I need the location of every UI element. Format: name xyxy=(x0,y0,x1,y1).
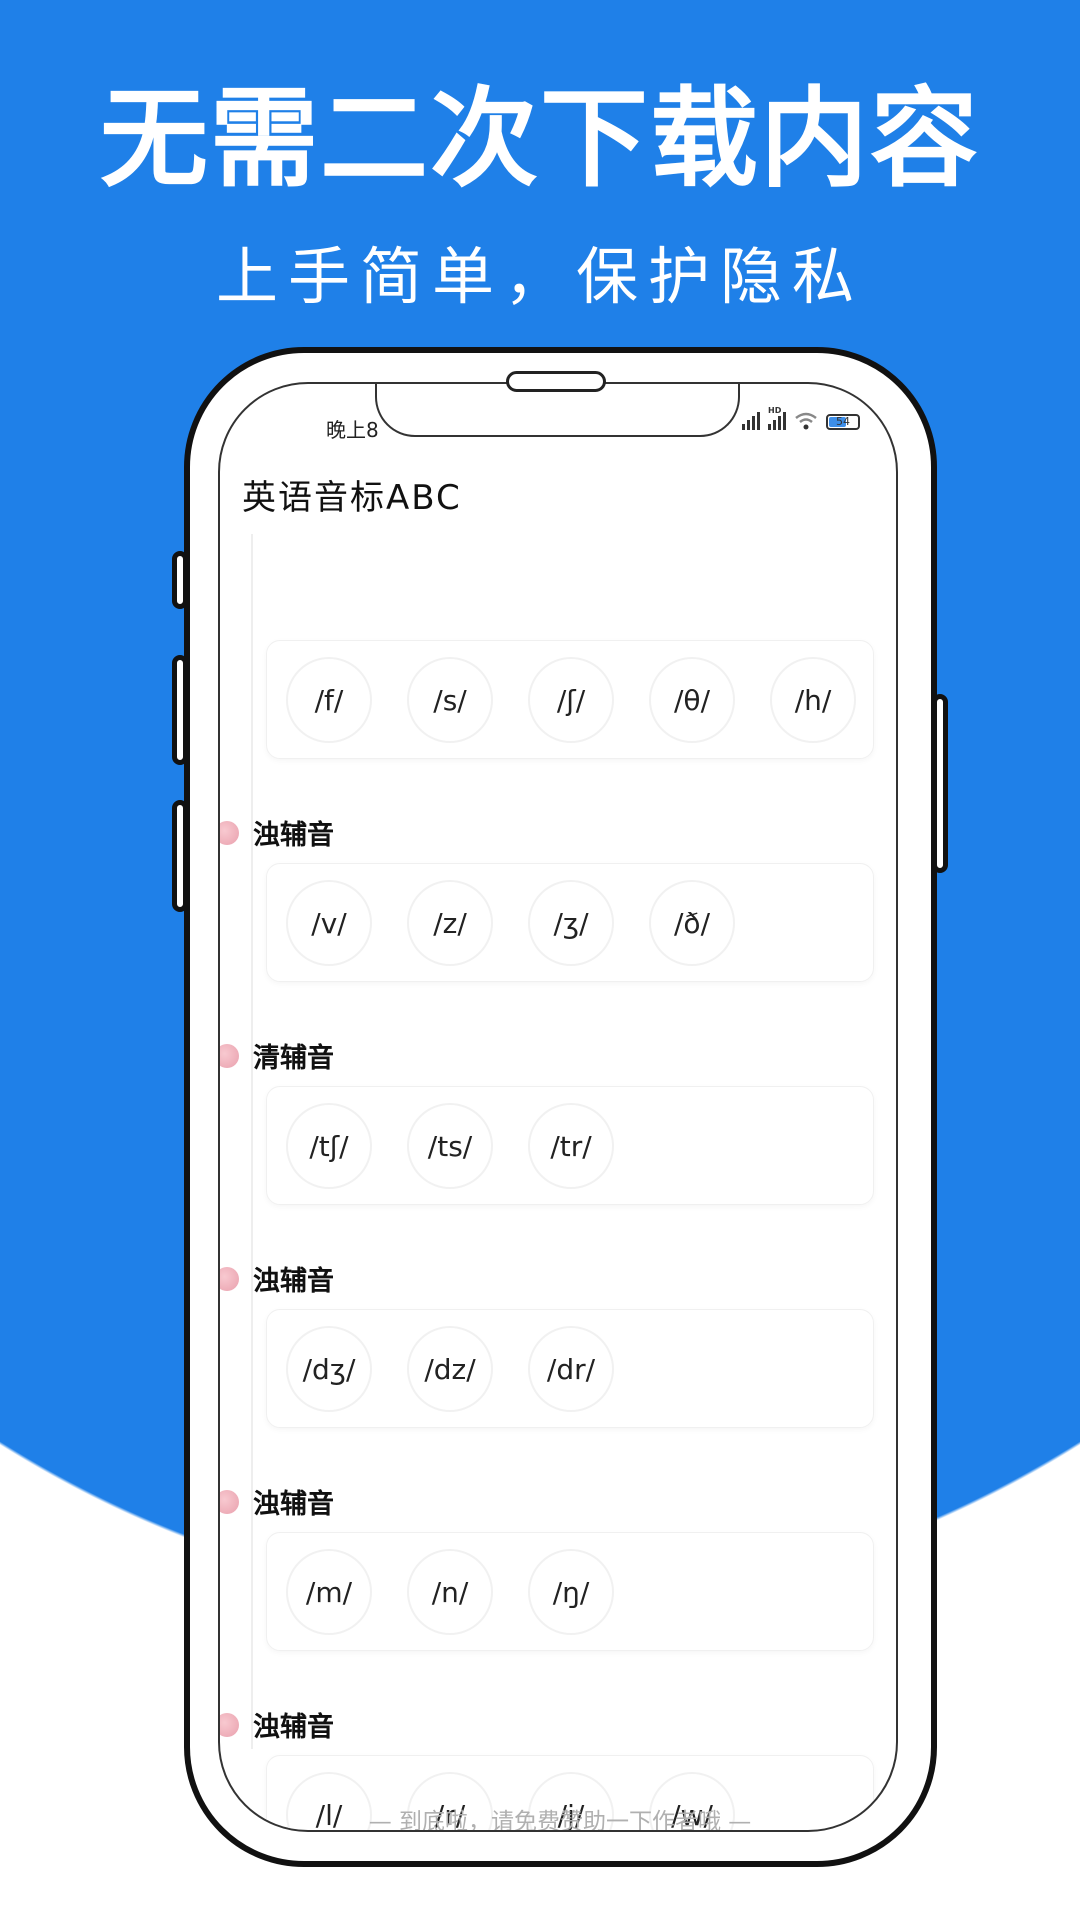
status-time: 晚上8 xyxy=(326,418,379,442)
phonetic-symbol-button[interactable]: /ð/ xyxy=(649,880,735,966)
section-title: 浊辅音 xyxy=(253,1266,334,1297)
phonetic-symbol-button[interactable]: /z/ xyxy=(407,880,493,966)
phone-speaker xyxy=(506,371,606,392)
phonetic-list[interactable]: /f/ /s/ /ʃ/ /θ/ /h/浊辅音/v/ /z/ /ʒ/ /ð/清辅音/tʃ/ /ts… xyxy=(220,534,896,1830)
phonetic-symbol-button[interactable]: /s/ xyxy=(407,657,493,743)
phonetic-card: /tʃ/ /ts/ /tr/ xyxy=(266,1086,874,1205)
timeline-dot xyxy=(220,1489,239,1514)
phonetic-symbol-button[interactable]: /ts/ xyxy=(407,1103,493,1189)
section-header: 浊辅音 xyxy=(220,1705,334,1744)
phonetic-symbol-button[interactable]: /dr/ xyxy=(528,1326,614,1412)
phonetic-symbol-button[interactable]: /tr/ xyxy=(528,1103,614,1189)
phonetic-symbol-button[interactable]: /θ/ xyxy=(649,657,735,743)
timeline-dot xyxy=(220,1043,239,1068)
section-title: 浊辅音 xyxy=(253,1712,334,1743)
phonetic-symbol-button[interactable]: /ʃ/ xyxy=(528,657,614,743)
timeline-dot xyxy=(220,1712,239,1737)
phonetic-symbol-button[interactable]: /ŋ/ xyxy=(528,1549,614,1635)
phonetic-symbol-button[interactable]: /ʒ/ xyxy=(528,880,614,966)
phonetic-symbol-button[interactable]: /tʃ/ xyxy=(286,1103,372,1189)
signal-icon xyxy=(742,412,760,430)
section-header: 浊辅音 xyxy=(220,1482,334,1521)
phonetic-card: /dʒ/ /dz/ /dr/ xyxy=(266,1309,874,1428)
phonetic-symbol-button[interactable]: /m/ xyxy=(286,1549,372,1635)
status-icons: HD 54 xyxy=(742,406,860,430)
section-header: 浊辅音 xyxy=(220,1259,334,1298)
app-title: 英语音标ABC xyxy=(242,478,462,518)
end-of-list-text: — 到底啦，请免费赞助一下作者哦 — xyxy=(368,1809,752,1832)
hd-label: HD xyxy=(768,406,782,415)
phonetic-card: /m/ /n/ /ŋ/ xyxy=(266,1532,874,1651)
battery-level: 54 xyxy=(836,415,850,428)
phonetic-card: /v/ /z/ /ʒ/ /ð/ xyxy=(266,863,874,982)
phonetic-card: /f/ /s/ /ʃ/ /θ/ /h/ xyxy=(266,640,874,759)
phonetic-symbol-button[interactable]: /v/ xyxy=(286,880,372,966)
section-header: 清辅音 xyxy=(220,1036,334,1075)
section-header: 浊辅音 xyxy=(220,813,334,852)
timeline-dot xyxy=(220,820,239,845)
timeline-line xyxy=(251,534,253,1749)
phonetic-symbol-button[interactable]: /n/ xyxy=(407,1549,493,1635)
banner-title: 无需二次下载内容 xyxy=(99,77,980,202)
hd-signal-icon: HD xyxy=(768,406,786,430)
phonetic-symbol-button[interactable]: /f/ xyxy=(286,657,372,743)
phone-screen: 晚上8 HD 54 英语音标ABC /f//s//ʃ//θ//h/浊辅音/v//… xyxy=(218,382,898,1832)
section-title: 清辅音 xyxy=(253,1043,334,1074)
phonetic-symbol-button[interactable]: /dʒ/ xyxy=(286,1326,372,1412)
section-title: 浊辅音 xyxy=(253,820,334,851)
section-title: 浊辅音 xyxy=(253,1489,334,1520)
timeline-dot xyxy=(220,1266,239,1291)
phonetic-symbol-button[interactable]: /h/ xyxy=(770,657,856,743)
wifi-icon xyxy=(795,412,817,430)
banner-subtitle: 上手简单，保护隐私 xyxy=(215,240,864,313)
phonetic-symbol-button[interactable]: /dz/ xyxy=(407,1326,493,1412)
battery-icon: 54 xyxy=(826,414,860,430)
